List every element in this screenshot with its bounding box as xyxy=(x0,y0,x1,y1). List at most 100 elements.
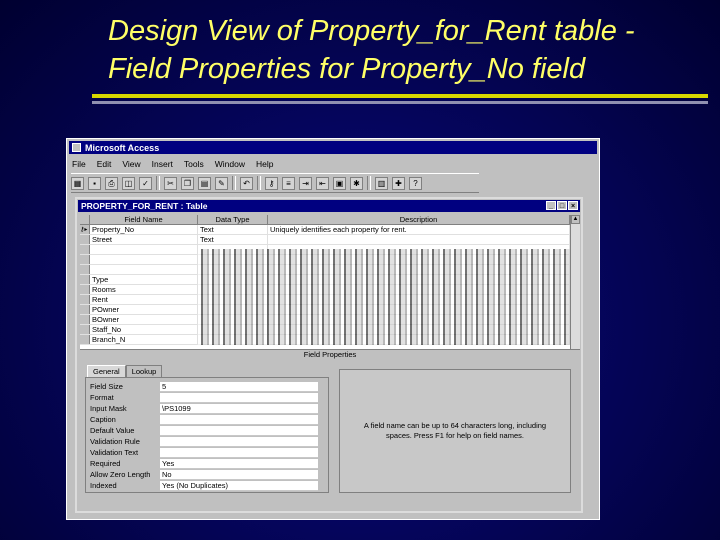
paste-icon[interactable]: ▤ xyxy=(198,176,211,190)
menu-tools[interactable]: Tools xyxy=(183,159,205,169)
field-properties-label: Field Properties xyxy=(80,349,580,360)
row-selector[interactable] xyxy=(80,325,90,334)
field-name-cell[interactable]: Type xyxy=(90,275,198,284)
maximize-button[interactable]: □ xyxy=(557,201,567,210)
data-type-cell[interactable]: Text xyxy=(198,225,268,234)
view-icon[interactable]: ▦ xyxy=(71,176,84,190)
undo-icon[interactable]: ↶ xyxy=(240,176,253,190)
row-selector[interactable] xyxy=(80,335,90,344)
cut-icon[interactable]: ✂ xyxy=(164,176,177,190)
row-selector[interactable] xyxy=(80,255,90,264)
format-painter-icon[interactable]: ✎ xyxy=(215,176,228,190)
property-value[interactable]: \PS1099 xyxy=(160,404,318,414)
row-selector[interactable] xyxy=(80,305,90,314)
properties-icon[interactable]: ▣ xyxy=(333,176,346,190)
field-help-panel: A field name can be up to 64 characters … xyxy=(339,369,571,493)
property-row[interactable]: Required Yes xyxy=(88,459,326,469)
field-name-cell[interactable]: POwner xyxy=(90,305,198,314)
table-row[interactable]: ⚷▸ Property_No Text Uniquely identifies … xyxy=(80,225,570,235)
access-key-icon xyxy=(72,143,81,152)
slide-title-line-1: Design View of Property_for_Rent table - xyxy=(108,15,635,47)
data-type-cell[interactable]: Text xyxy=(198,235,268,244)
field-properties-panel: Field Size 5 Format Input Mask \PS1099 C… xyxy=(85,377,329,493)
menu-file[interactable]: File xyxy=(71,159,87,169)
spelling-icon[interactable]: ✓ xyxy=(139,176,152,190)
property-label: Validation Rule xyxy=(90,437,140,446)
property-row[interactable]: Default Value xyxy=(88,426,326,436)
field-name-cell[interactable] xyxy=(90,245,198,254)
property-value[interactable] xyxy=(160,393,318,403)
scroll-up-arrow-icon[interactable]: ▲ xyxy=(571,215,580,224)
field-name-cell[interactable]: Rooms xyxy=(90,285,198,294)
menu-help[interactable]: Help xyxy=(255,159,274,169)
field-name-cell[interactable]: Rent xyxy=(90,295,198,304)
field-grid: Field Name Data Type Description ⚷▸ Prop… xyxy=(80,215,570,349)
indexes-icon[interactable]: ≡ xyxy=(282,176,295,190)
field-grid-header: Field Name Data Type Description xyxy=(80,215,570,225)
row-selector[interactable] xyxy=(80,295,90,304)
build-icon[interactable]: ✱ xyxy=(350,176,363,190)
property-row[interactable]: Format xyxy=(88,393,326,403)
field-name-cell[interactable] xyxy=(90,255,198,264)
property-value[interactable]: 5 xyxy=(160,382,318,392)
print-icon[interactable]: ⎙ xyxy=(105,176,118,190)
save-icon[interactable]: ▪ xyxy=(88,176,101,190)
description-cell[interactable]: Uniquely identifies each property for re… xyxy=(268,225,570,234)
row-selector[interactable] xyxy=(80,275,90,284)
property-label: Caption xyxy=(90,415,116,424)
menu-window[interactable]: Window xyxy=(214,159,246,169)
app-title: Microsoft Access xyxy=(85,142,160,153)
property-value[interactable] xyxy=(160,426,318,436)
field-name-cell[interactable]: BOwner xyxy=(90,315,198,324)
property-label: Field Size xyxy=(90,382,123,391)
row-selector[interactable] xyxy=(80,285,90,294)
property-value[interactable]: No xyxy=(160,470,318,480)
property-value[interactable] xyxy=(160,437,318,447)
help-icon[interactable]: ? xyxy=(409,176,422,190)
menu-insert[interactable]: Insert xyxy=(151,159,174,169)
close-button[interactable]: × xyxy=(568,201,578,210)
primary-key-icon[interactable]: ⚷ xyxy=(265,176,278,190)
property-label: Allow Zero Length xyxy=(90,470,151,479)
property-row[interactable]: Field Size 5 xyxy=(88,382,326,392)
property-value[interactable]: Yes (No Duplicates) xyxy=(160,481,318,491)
field-name-cell[interactable]: Street xyxy=(90,235,198,244)
property-row[interactable]: Allow Zero Length No xyxy=(88,470,326,480)
menu-edit[interactable]: Edit xyxy=(96,159,113,169)
copy-icon[interactable]: ❐ xyxy=(181,176,194,190)
property-row[interactable]: Input Mask \PS1099 xyxy=(88,404,326,414)
description-cell[interactable] xyxy=(268,235,570,244)
property-label: Default Value xyxy=(90,426,135,435)
tab-general[interactable]: General xyxy=(87,365,126,377)
field-grid-scrollbar[interactable]: ▲ xyxy=(570,215,580,349)
new-object-icon[interactable]: ✚ xyxy=(392,176,405,190)
field-name-cell[interactable]: Property_No xyxy=(90,225,198,234)
column-header-data-type: Data Type xyxy=(198,215,268,225)
database-window-icon[interactable]: ▥ xyxy=(375,176,388,190)
property-value[interactable] xyxy=(160,415,318,425)
property-row[interactable]: Caption xyxy=(88,415,326,425)
property-label: Input Mask xyxy=(90,404,127,413)
row-selector[interactable] xyxy=(80,315,90,324)
menu-view[interactable]: View xyxy=(121,159,141,169)
minimize-button[interactable]: _ xyxy=(546,201,556,210)
print-preview-icon[interactable]: ◫ xyxy=(122,176,135,190)
row-selector[interactable] xyxy=(80,245,90,254)
table-row[interactable]: Street Text xyxy=(80,235,570,245)
property-value[interactable] xyxy=(160,448,318,458)
field-name-cell[interactable]: Branch_N xyxy=(90,335,198,344)
insert-rows-icon[interactable]: ⇥ xyxy=(299,176,312,190)
property-row[interactable]: Indexed Yes (No Duplicates) xyxy=(88,481,326,491)
property-row[interactable]: Validation Text xyxy=(88,448,326,458)
screen-artifact xyxy=(198,249,570,345)
tab-lookup[interactable]: Lookup xyxy=(125,365,163,377)
field-name-cell[interactable]: Staff_No xyxy=(90,325,198,334)
row-selector[interactable] xyxy=(80,235,90,244)
toolbar-separator xyxy=(232,176,236,190)
property-value[interactable]: Yes xyxy=(160,459,318,469)
property-row[interactable]: Validation Rule xyxy=(88,437,326,447)
delete-rows-icon[interactable]: ⇤ xyxy=(316,176,329,190)
field-help-text: A field name can be up to 64 characters … xyxy=(363,421,547,440)
field-name-cell[interactable] xyxy=(90,265,198,274)
row-selector[interactable] xyxy=(80,265,90,274)
